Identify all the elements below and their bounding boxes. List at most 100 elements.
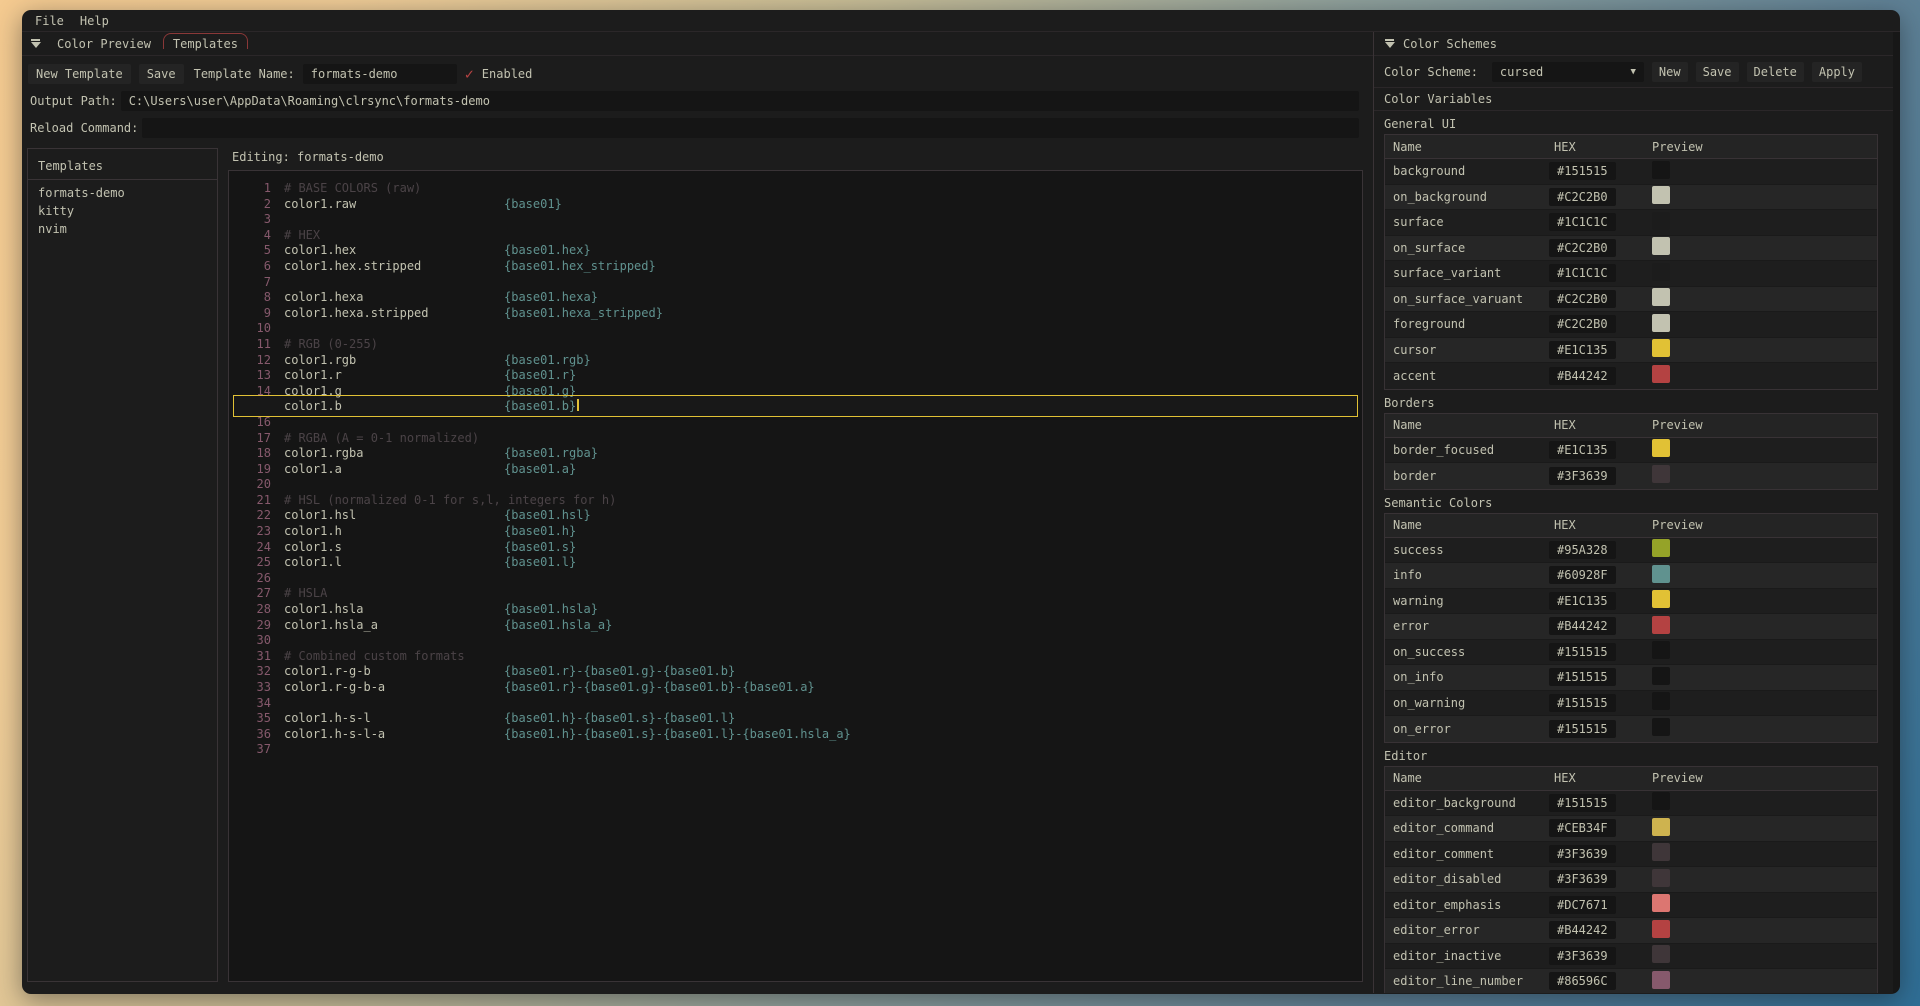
color-swatch[interactable] [1652, 565, 1670, 583]
editor-line[interactable]: 17# RGBA (A = 0-1 normalized) [237, 431, 1356, 447]
variable-hex-input[interactable]: #B44242 [1549, 367, 1616, 385]
color-swatch[interactable] [1652, 212, 1670, 230]
variable-hex-input[interactable]: #1C1C1C [1549, 264, 1616, 282]
color-swatch[interactable] [1652, 792, 1670, 810]
output-path-input[interactable] [121, 91, 1359, 111]
variable-hex-input[interactable]: #C2C2B0 [1549, 188, 1616, 206]
scheme-apply-button[interactable]: Apply [1812, 62, 1862, 82]
variable-hex-input[interactable]: #151515 [1549, 668, 1616, 686]
color-swatch[interactable] [1652, 263, 1670, 281]
color-swatch[interactable] [1652, 365, 1670, 383]
variable-hex-input[interactable]: #C2C2B0 [1549, 239, 1616, 257]
editor-line[interactable]: 12color1.rgb{base01.rgb} [237, 353, 1356, 369]
variable-hex-input[interactable]: #B44242 [1549, 921, 1616, 939]
editor-line[interactable]: 24color1.s{base01.s} [237, 540, 1356, 556]
editor-line[interactable]: 14color1.g{base01.g} [237, 384, 1356, 400]
scheme-delete-button[interactable]: Delete [1747, 62, 1804, 82]
variable-hex-input[interactable]: #3F3639 [1549, 870, 1616, 888]
editor-current-line[interactable]: color1.b{base01.b} [237, 399, 1356, 415]
editor-line[interactable]: 28color1.hsla{base01.hsla} [237, 602, 1356, 618]
variable-hex-input[interactable]: #B44242 [1549, 617, 1616, 635]
color-swatch[interactable] [1652, 843, 1670, 861]
variable-hex-input[interactable]: #E1C135 [1549, 592, 1616, 610]
editor-line[interactable]: 19color1.a{base01.a} [237, 462, 1356, 478]
editor-line[interactable]: 16 [237, 415, 1356, 431]
editor-line[interactable]: 9color1.hexa.stripped{base01.hexa_stripp… [237, 306, 1356, 322]
color-swatch[interactable] [1652, 616, 1670, 634]
variable-hex-input[interactable]: #DC7671 [1549, 896, 1616, 914]
color-swatch[interactable] [1652, 945, 1670, 963]
variable-hex-input[interactable]: #95A328 [1549, 541, 1616, 559]
reload-command-input[interactable] [142, 118, 1359, 138]
variable-hex-input[interactable]: #C2C2B0 [1549, 290, 1616, 308]
variable-hex-input[interactable]: #CEB34F [1549, 819, 1616, 837]
template-name-input[interactable] [303, 64, 457, 84]
tab-templates[interactable]: Templates [165, 35, 246, 53]
editor-line[interactable]: 4# HEX [237, 228, 1356, 244]
color-swatch[interactable] [1652, 465, 1670, 483]
editor-line[interactable]: 22color1.hsl{base01.hsl} [237, 508, 1356, 524]
color-swatch[interactable] [1652, 288, 1670, 306]
template-list-item-nvim[interactable]: nvim [28, 220, 217, 238]
color-swatch[interactable] [1652, 186, 1670, 204]
enabled-checkbox[interactable]: ✓ [465, 67, 474, 82]
color-swatch[interactable] [1652, 818, 1670, 836]
collapse-panel-icon[interactable] [1384, 39, 1395, 48]
variable-hex-input[interactable]: #151515 [1549, 720, 1616, 738]
editor-line[interactable]: 20 [237, 477, 1356, 493]
color-swatch[interactable] [1652, 971, 1670, 989]
editor-line[interactable]: 34 [237, 696, 1356, 712]
editor-line[interactable]: 2color1.raw{base01} [237, 197, 1356, 213]
variable-hex-input[interactable]: #86596C [1549, 972, 1616, 990]
scheme-new-button[interactable]: New [1652, 62, 1688, 82]
variable-hex-input[interactable]: #3F3639 [1549, 845, 1616, 863]
new-template-button[interactable]: New Template [28, 64, 131, 84]
scheme-save-button[interactable]: Save [1696, 62, 1739, 82]
color-swatch[interactable] [1652, 439, 1670, 457]
color-swatch[interactable] [1652, 667, 1670, 685]
color-swatch[interactable] [1652, 590, 1670, 608]
editor-line[interactable]: 33color1.r-g-b-a{base01.r}-{base01.g}-{b… [237, 680, 1356, 696]
variable-hex-input[interactable]: #1C1C1C [1549, 213, 1616, 231]
editor-line[interactable]: 5color1.hex{base01.hex} [237, 243, 1356, 259]
editor-line[interactable]: 30 [237, 633, 1356, 649]
editor-line[interactable]: 13color1.r{base01.r} [237, 368, 1356, 384]
variable-hex-input[interactable]: #151515 [1549, 643, 1616, 661]
variable-hex-input[interactable]: #3F3639 [1549, 947, 1616, 965]
editor-line[interactable]: 35color1.h-s-l{base01.h}-{base01.s}-{bas… [237, 711, 1356, 727]
color-swatch[interactable] [1652, 920, 1670, 938]
menu-item-file[interactable]: File [35, 14, 64, 28]
color-swatch[interactable] [1652, 894, 1670, 912]
variable-hex-input[interactable]: #E1C135 [1549, 441, 1616, 459]
variable-hex-input[interactable]: #151515 [1549, 162, 1616, 180]
editor-line[interactable]: 29color1.hsla_a{base01.hsla_a} [237, 618, 1356, 634]
editor-line[interactable]: 18color1.rgba{base01.rgba} [237, 446, 1356, 462]
editor-line[interactable]: 25color1.l{base01.l} [237, 555, 1356, 571]
editor-line[interactable]: 26 [237, 571, 1356, 587]
editor-line[interactable]: 32color1.r-g-b{base01.r}-{base01.g}-{bas… [237, 664, 1356, 680]
variable-hex-input[interactable]: #3F3639 [1549, 467, 1616, 485]
template-editor[interactable]: 1# BASE COLORS (raw)2color1.raw{base01}3… [228, 170, 1363, 982]
template-list-item-formats-demo[interactable]: formats-demo [28, 184, 217, 202]
editor-line[interactable]: 3 [237, 212, 1356, 228]
editor-line[interactable]: 10 [237, 321, 1356, 337]
color-swatch[interactable] [1652, 869, 1670, 887]
variable-hex-input[interactable]: #60928F [1549, 566, 1616, 584]
editor-line[interactable]: 1# BASE COLORS (raw) [237, 181, 1356, 197]
color-swatch[interactable] [1652, 237, 1670, 255]
variable-hex-input[interactable]: #151515 [1549, 694, 1616, 712]
tab-color-preview[interactable]: Color Preview [49, 35, 159, 53]
editor-line[interactable]: 23color1.h{base01.h} [237, 524, 1356, 540]
color-swatch[interactable] [1652, 314, 1670, 332]
editor-line[interactable]: 21# HSL (normalized 0-1 for s,l, integer… [237, 493, 1356, 509]
variable-hex-input[interactable]: #E1C135 [1549, 341, 1616, 359]
editor-line[interactable]: 6color1.hex.stripped{base01.hex_stripped… [237, 259, 1356, 275]
editor-line[interactable]: 27# HSLA [237, 586, 1356, 602]
color-scheme-dropdown[interactable]: cursed ▼ [1492, 62, 1644, 82]
color-swatch[interactable] [1652, 641, 1670, 659]
menu-item-help[interactable]: Help [80, 14, 109, 28]
editor-line[interactable]: 11# RGB (0-255) [237, 337, 1356, 353]
editor-line[interactable]: 7 [237, 275, 1356, 291]
save-template-button[interactable]: Save [139, 64, 184, 84]
color-swatch[interactable] [1652, 339, 1670, 357]
